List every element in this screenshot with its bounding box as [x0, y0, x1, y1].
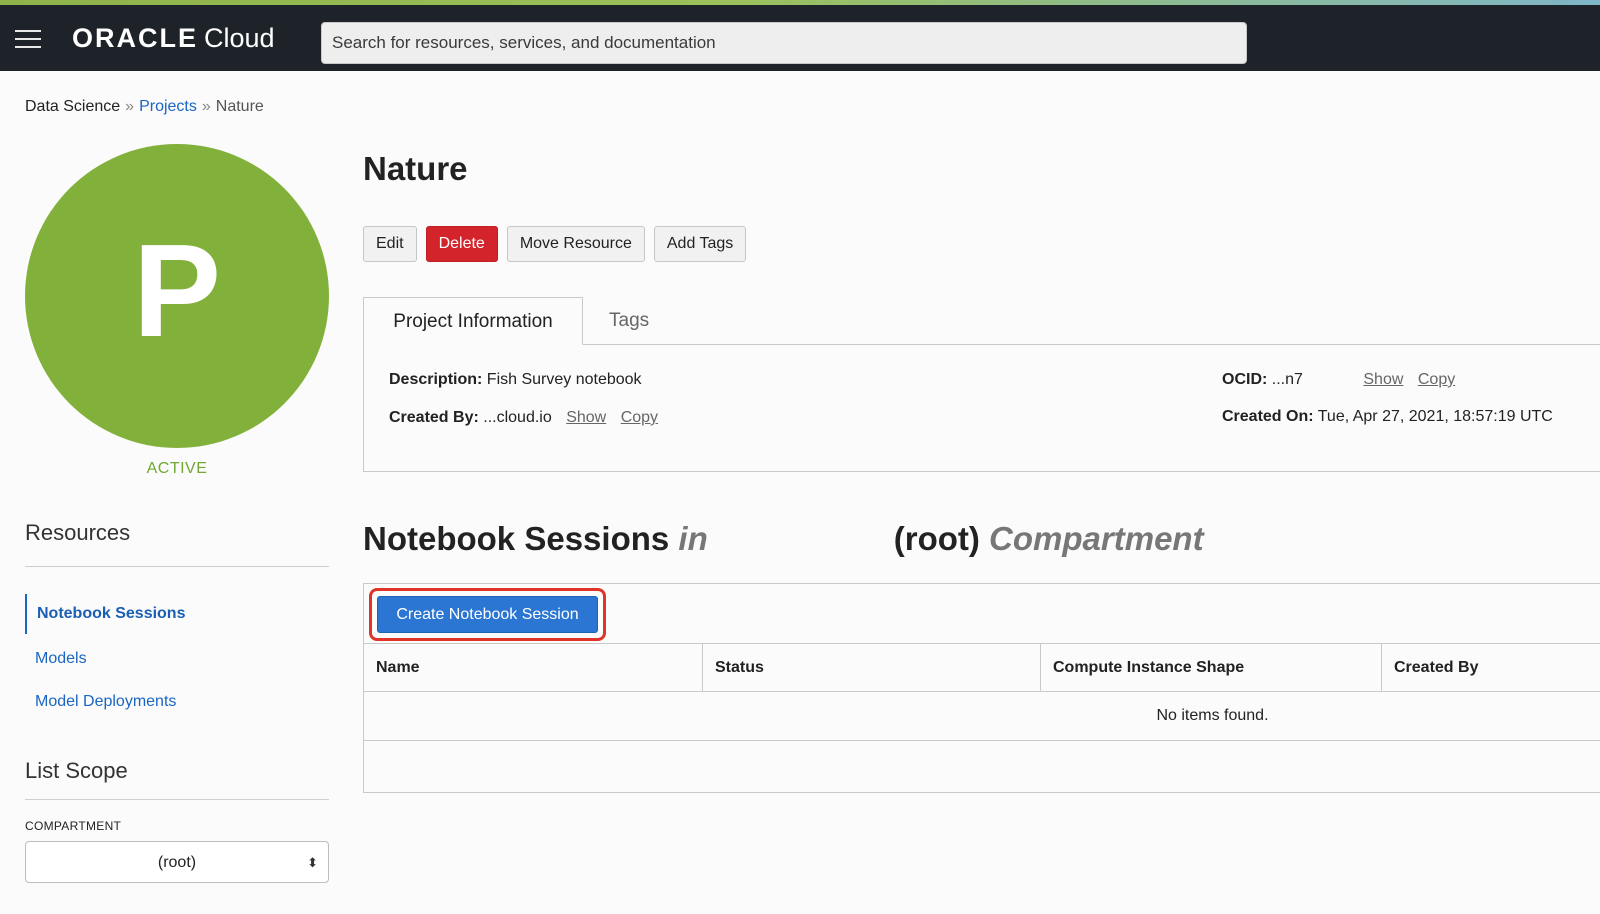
created-by-copy-link[interactable]: Copy: [621, 409, 658, 426]
project-avatar: P: [25, 144, 329, 448]
avatar-letter: P: [132, 217, 222, 364]
resources-title: Resources: [25, 520, 131, 545]
top-navigation-bar: ORACLE Cloud: [0, 5, 1600, 71]
sidebar-item-models[interactable]: Models: [25, 637, 329, 680]
heading-main: Notebook Sessions: [363, 520, 670, 557]
breadcrumb-projects-link[interactable]: Projects: [139, 98, 197, 115]
resources-divider: [25, 566, 329, 567]
breadcrumb-separator: »: [125, 98, 135, 115]
empty-table-message: No items found.: [364, 692, 1600, 741]
heading-in: in: [678, 520, 708, 557]
breadcrumb-data-science: Data Science: [25, 98, 121, 115]
select-arrows-icon: ⬍: [307, 855, 318, 870]
create-button-highlight: Create Notebook Session: [369, 588, 606, 641]
heading-root: (root): [893, 520, 980, 557]
notebook-sessions-panel: Create Notebook Session Name Status Comp…: [363, 583, 1600, 793]
created-by-label: Created By:: [389, 409, 479, 426]
created-on-row: Created On: Tue, Apr 27, 2021, 18:57:19 …: [1222, 408, 1553, 426]
heading-compartment: Compartment: [989, 520, 1204, 557]
description-row: Description: Fish Survey notebook: [389, 371, 642, 389]
add-tags-button[interactable]: Add Tags: [653, 226, 747, 262]
logo-product: Cloud: [204, 23, 275, 53]
created-on-value: Tue, Apr 27, 2021, 18:57:19 UTC: [1317, 408, 1553, 425]
status-badge: ACTIVE: [146, 460, 208, 477]
table-header: Name Status Compute Instance Shape Creat…: [364, 643, 1600, 692]
column-header-compute-shape[interactable]: Compute Instance Shape: [1040, 644, 1381, 692]
compartment-select[interactable]: (root) ⬍: [25, 841, 329, 883]
ocid-label: OCID:: [1222, 371, 1268, 388]
description-label: Description:: [389, 371, 483, 388]
breadcrumb: Data Science» Projects» Nature: [25, 98, 264, 116]
created-by-show-link[interactable]: Show: [566, 409, 606, 426]
oracle-cloud-logo[interactable]: ORACLE Cloud: [72, 23, 275, 54]
column-header-status[interactable]: Status: [702, 644, 1040, 692]
list-scope-title: List Scope: [25, 758, 128, 783]
ocid-copy-link[interactable]: Copy: [1418, 371, 1455, 388]
action-buttons: Edit Delete Move Resource Add Tags: [363, 226, 747, 262]
ocid-value: ...n7: [1271, 371, 1303, 388]
created-on-label: Created On:: [1222, 408, 1314, 425]
ocid-row: OCID: ...n7 Show Copy: [1222, 371, 1455, 389]
created-by-row: Created By: ...cloud.io Show Copy: [389, 409, 658, 427]
compartment-selected-value: (root): [157, 854, 197, 871]
compartment-label: COMPARTMENT: [25, 819, 122, 833]
global-search-input[interactable]: [321, 22, 1247, 64]
hamburger-menu-icon[interactable]: [15, 29, 41, 49]
edit-button[interactable]: Edit: [363, 226, 417, 262]
tab-project-information[interactable]: Project Information: [363, 297, 583, 345]
logo-brand: ORACLE: [72, 23, 198, 53]
list-scope-divider: [25, 799, 329, 800]
column-header-name[interactable]: Name: [364, 644, 702, 692]
tab-tags[interactable]: Tags: [609, 297, 649, 345]
description-value: Fish Survey notebook: [486, 371, 642, 388]
page-title: Nature: [363, 150, 468, 187]
breadcrumb-separator: »: [201, 98, 211, 115]
breadcrumb-current: Nature: [215, 98, 264, 115]
notebook-sessions-heading: Notebook Sessions in (root) Compartment: [363, 520, 1204, 558]
sidebar-item-notebook-sessions[interactable]: Notebook Sessions: [25, 594, 329, 634]
ocid-show-link[interactable]: Show: [1363, 371, 1403, 388]
created-by-value: ...cloud.io: [483, 409, 552, 426]
column-header-created-by[interactable]: Created By: [1381, 644, 1600, 692]
delete-button[interactable]: Delete: [425, 226, 498, 262]
create-notebook-session-button[interactable]: Create Notebook Session: [377, 596, 598, 633]
sidebar-item-model-deployments[interactable]: Model Deployments: [25, 680, 329, 723]
project-information-panel: Description: Fish Survey notebook Create…: [363, 344, 1600, 472]
move-resource-button[interactable]: Move Resource: [506, 226, 645, 262]
project-tabs: Project Information Tags: [363, 297, 1600, 345]
resources-nav: Notebook Sessions Models Model Deploymen…: [25, 594, 329, 723]
